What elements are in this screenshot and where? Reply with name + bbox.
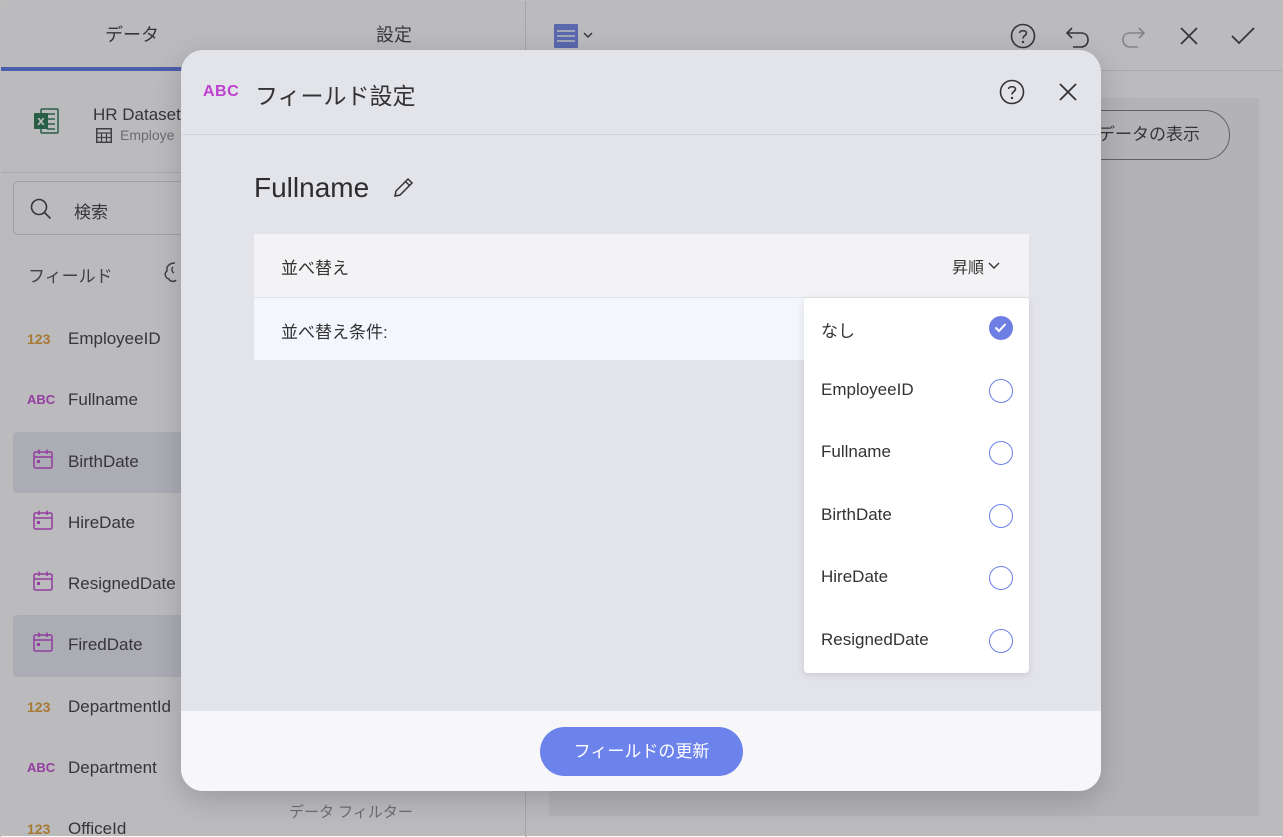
- check-icon: [994, 323, 1007, 333]
- sort-row: 並べ替え 昇順: [254, 234, 1029, 297]
- app-window: データ 設定 X HR Dataset Employe 検索 フィールド 123…: [0, 0, 1283, 837]
- radio-unchecked-icon[interactable]: [989, 441, 1013, 466]
- radio-checked-icon[interactable]: [989, 316, 1013, 340]
- dialog-title: フィールド設定: [255, 83, 416, 109]
- sort-by-dropdown-list: なし EmployeeID Fullname BirthDate HireDate Res…: [804, 298, 1029, 673]
- sort-order-dropdown[interactable]: 昇順: [952, 254, 1000, 278]
- sort-option-label: BirthDate: [821, 504, 892, 524]
- sort-option-label: HireDate: [821, 567, 889, 587]
- field-name-title: Fullname: [254, 172, 370, 203]
- help-icon[interactable]: [999, 79, 1025, 105]
- chevron-down-icon: [988, 262, 1000, 269]
- sort-option[interactable]: ResignedDate: [804, 611, 1029, 674]
- radio-unchecked-icon[interactable]: [989, 378, 1013, 403]
- radio-unchecked-icon[interactable]: [989, 503, 1013, 528]
- sort-option-label: なし: [821, 322, 855, 341]
- sort-order-value: 昇順: [951, 260, 984, 277]
- sort-option[interactable]: EmployeeID: [804, 361, 1029, 424]
- text-type-badge: ABC: [203, 83, 240, 100]
- sort-option-label: ResignedDate: [821, 629, 929, 649]
- sort-option-label: Fullname: [821, 442, 891, 462]
- radio-unchecked-icon[interactable]: [989, 628, 1013, 653]
- sort-condition-label: 並べ替え条件:: [281, 323, 388, 342]
- sort-label: 並べ替え: [281, 259, 349, 278]
- sort-option[interactable]: BirthDate: [804, 486, 1029, 549]
- update-field-button[interactable]: フィールドの更新: [540, 727, 743, 776]
- sort-option-label: EmployeeID: [821, 379, 914, 399]
- dialog-footer: フィールドの更新: [181, 711, 1101, 791]
- sort-option[interactable]: なし: [804, 298, 1029, 361]
- sort-option[interactable]: HireDate: [804, 548, 1029, 611]
- radio-unchecked-icon[interactable]: [989, 566, 1013, 591]
- field-settings-dialog: ABC フィールド設定 Fullname 並べ替え 昇順 並べ替え条件: なし E…: [181, 50, 1101, 791]
- close-icon[interactable]: [1057, 81, 1079, 103]
- dialog-header: ABC フィールド設定: [181, 50, 1101, 135]
- edit-pencil-icon[interactable]: [391, 176, 415, 200]
- sort-option[interactable]: Fullname: [804, 423, 1029, 486]
